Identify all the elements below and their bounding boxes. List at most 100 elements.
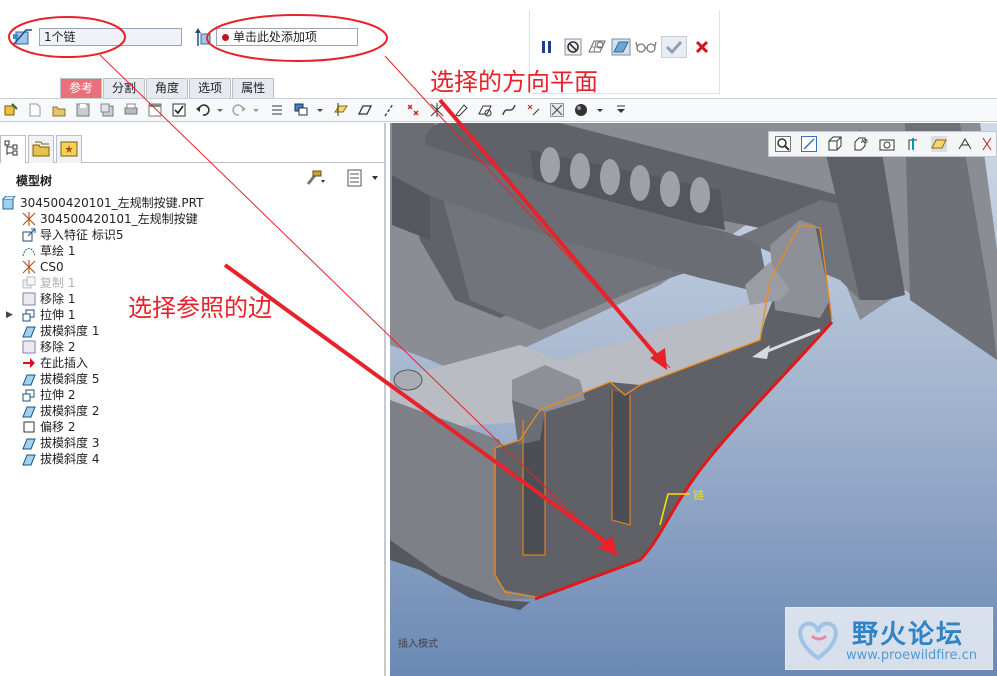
- extrude-icon: [22, 308, 36, 322]
- tab-angle[interactable]: 角度: [146, 78, 189, 98]
- forum-watermark: 野火论坛 www.proewildfire.cn: [785, 607, 993, 670]
- tree-item[interactable]: 移除 2: [0, 339, 380, 355]
- tab-folder-browser[interactable]: [28, 135, 54, 163]
- tree-item-label: 偏移 2: [40, 420, 76, 434]
- datum-plane-tool-icon[interactable]: [357, 103, 373, 117]
- regen-manager-icon[interactable]: [270, 103, 284, 117]
- tree-item[interactable]: 拉伸 2: [0, 387, 380, 403]
- curve-tool-icon[interactable]: [502, 103, 516, 117]
- draft-icon: [22, 324, 36, 338]
- plane-icon-2[interactable]: [478, 103, 492, 117]
- tree-item-label: 草绘 1: [40, 244, 76, 258]
- tab-favorites[interactable]: [56, 135, 82, 163]
- datum-axis-icon[interactable]: [382, 103, 396, 117]
- tree-item-label: CS0: [40, 260, 64, 274]
- view-toolbar: AB: [768, 131, 997, 157]
- save-icon[interactable]: [76, 103, 90, 117]
- no-preview-icon[interactable]: [563, 36, 583, 58]
- watermark-url: www.proewildfire.cn: [846, 648, 977, 663]
- shaded-preview-icon[interactable]: [610, 36, 632, 58]
- csys-toggle-icon[interactable]: [550, 103, 564, 117]
- chain-label: 链: [693, 489, 704, 502]
- zoom-in-icon[interactable]: [801, 136, 817, 152]
- pause-icon[interactable]: [538, 36, 556, 58]
- tree-item[interactable]: 拔模斜度 3: [0, 435, 380, 451]
- tree-item[interactable]: 304500420101_左规制按键.PRT: [0, 195, 380, 211]
- refit-icon[interactable]: [775, 136, 791, 152]
- datum-csys-icon[interactable]: [430, 103, 444, 117]
- tree-item[interactable]: 在此插入: [0, 355, 380, 371]
- tree-item[interactable]: 导入特征 标识5: [0, 227, 380, 243]
- part-model: [390, 123, 997, 610]
- spin-center-icon[interactable]: [905, 136, 921, 152]
- saved-views-icon[interactable]: AB: [853, 136, 869, 152]
- datum-plane-icon[interactable]: [334, 103, 348, 117]
- tree-item-label: 304500420101_左规制按键.PRT: [20, 196, 204, 210]
- tab-properties[interactable]: 属性: [232, 78, 275, 98]
- toolbar-overflow-icon[interactable]: [616, 103, 626, 117]
- tree-item[interactable]: 拔模斜度 5: [0, 371, 380, 387]
- new-file-icon[interactable]: [28, 103, 42, 117]
- tab-references[interactable]: 参考: [60, 78, 103, 98]
- open-file-icon[interactable]: [52, 103, 66, 117]
- main-toolbar: [0, 98, 997, 122]
- tree-item-label: 导入特征 标识5: [40, 228, 124, 242]
- camera-icon[interactable]: [879, 136, 895, 152]
- draft-hinge-icon[interactable]: [12, 26, 34, 48]
- draft-hinge-collector[interactable]: 1个链: [39, 28, 182, 46]
- regenerate-icon[interactable]: [4, 103, 18, 117]
- datum-display-icon[interactable]: [931, 136, 947, 152]
- tree-item[interactable]: CS0: [0, 259, 380, 275]
- tree-item[interactable]: 拔模斜度 2: [0, 403, 380, 419]
- tree-item[interactable]: 拔模斜度 1: [0, 323, 380, 339]
- add-item-placeholder: 单击此处添加项: [233, 30, 318, 44]
- sketch-tool-icon[interactable]: [454, 103, 468, 117]
- cancel-icon[interactable]: [692, 36, 712, 58]
- pull-direction-icon[interactable]: [192, 26, 214, 48]
- sketch-icon: [22, 244, 36, 258]
- tree-item[interactable]: 304500420101_左规制按键: [0, 211, 380, 227]
- checklist-icon[interactable]: [172, 103, 186, 117]
- windows-dropdown-icon[interactable]: [316, 103, 324, 117]
- window-icon[interactable]: [148, 103, 162, 117]
- wireframe-preview-icon[interactable]: [586, 36, 608, 58]
- datum-point-icon[interactable]: [406, 103, 420, 117]
- tree-item[interactable]: 草绘 1: [0, 243, 380, 259]
- tree-item-label: 拉伸 1: [40, 308, 76, 322]
- navigator-panel: 模型树 304500420101_左规制按键.PRT 304500420101_左…: [0, 123, 386, 676]
- undo-dropdown-icon[interactable]: [216, 103, 224, 117]
- tree-item-label: 拔模斜度 1: [40, 324, 100, 338]
- tab-options[interactable]: 选项: [189, 78, 232, 98]
- print-icon[interactable]: [124, 103, 138, 117]
- tab-model-tree[interactable]: [0, 135, 26, 163]
- view-orient-icon[interactable]: [827, 136, 843, 152]
- accept-icon[interactable]: [661, 36, 687, 58]
- tab-split[interactable]: 分割: [103, 78, 146, 98]
- save-copy-icon[interactable]: [100, 103, 114, 117]
- redo-dropdown-icon[interactable]: [252, 103, 260, 117]
- windows-icon[interactable]: [294, 103, 308, 117]
- import-feature-icon: [22, 228, 36, 242]
- pull-direction-collector[interactable]: 单击此处添加项: [216, 28, 358, 46]
- undo-icon[interactable]: [196, 103, 210, 117]
- draft-icon: [22, 372, 36, 386]
- appearance-dropdown-icon[interactable]: [596, 103, 604, 117]
- tree-item-label: 在此插入: [40, 356, 89, 370]
- show-options-icon[interactable]: [344, 168, 380, 188]
- annotation-display-icon[interactable]: [957, 136, 973, 152]
- required-dot-icon: [222, 34, 229, 41]
- glasses-icon[interactable]: [634, 36, 658, 58]
- redo-icon[interactable]: [232, 103, 246, 117]
- graphics-viewport[interactable]: 链 AB 插入模式: [390, 123, 997, 676]
- status-text: 插入模式: [398, 639, 438, 650]
- tree-item[interactable]: 偏移 2: [0, 419, 380, 435]
- more-view-icon[interactable]: [981, 136, 993, 152]
- csys-icon: [22, 212, 36, 226]
- appearance-icon[interactable]: [574, 103, 588, 117]
- draft-icon: [22, 436, 36, 450]
- point-tool-icon[interactable]: [526, 103, 540, 117]
- model-tree-settings-icon[interactable]: [304, 168, 326, 188]
- remove-icon: [22, 292, 36, 306]
- expand-arrow-icon[interactable]: ▶: [6, 307, 13, 323]
- tree-item[interactable]: 拔模斜度 4: [0, 451, 380, 467]
